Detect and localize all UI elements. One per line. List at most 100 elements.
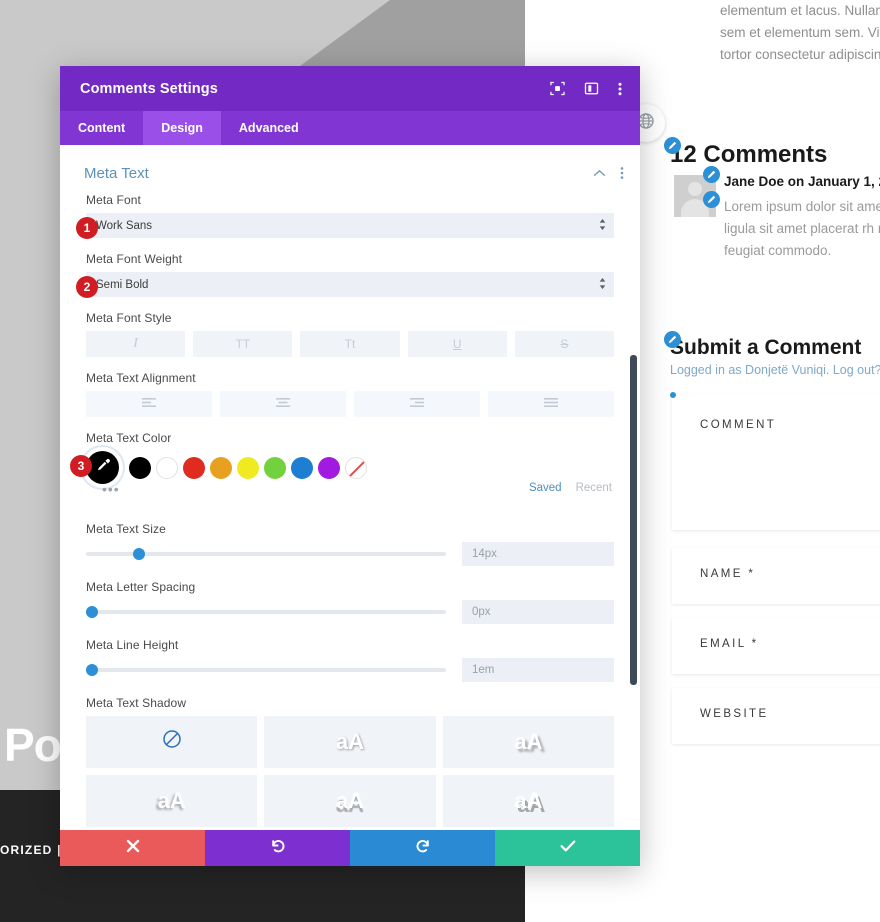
modal-scrollbar[interactable] bbox=[630, 355, 637, 685]
post-paragraph: elementum et lacus. Nullam v euismod, se… bbox=[720, 3, 880, 62]
meta-letter-spacing-value[interactable]: 0px bbox=[462, 600, 614, 624]
text-shadow-preset-3-button[interactable]: aA bbox=[86, 775, 258, 827]
tab-advanced[interactable]: Advanced bbox=[221, 111, 317, 145]
color-swatch-black[interactable] bbox=[129, 456, 151, 479]
undo-button[interactable] bbox=[205, 830, 350, 866]
field-meta-text-alignment: Meta Text Alignment bbox=[60, 371, 640, 417]
logged-in-notice[interactable]: Logged in as Donjetë Vuniqi. Log out? bbox=[670, 363, 880, 377]
meta-font-weight-select[interactable]: Semi Bold bbox=[86, 272, 614, 297]
section-header-meta-text[interactable]: Meta Text bbox=[60, 153, 640, 193]
pencil-icon bbox=[668, 335, 677, 344]
website-input[interactable]: WEBSITE bbox=[672, 688, 880, 744]
meta-letter-spacing-slider[interactable] bbox=[86, 604, 446, 620]
text-shadow-preset-1-button[interactable]: aA bbox=[264, 716, 436, 768]
comment-textarea[interactable]: COMMENT bbox=[672, 394, 880, 530]
font-style-underline-button[interactable]: U bbox=[407, 331, 507, 357]
align-right-icon bbox=[410, 395, 424, 413]
chevron-updown-icon bbox=[599, 219, 606, 232]
meta-line-height-slider[interactable] bbox=[86, 662, 446, 678]
text-shadow-none-button[interactable] bbox=[86, 716, 258, 768]
more-vertical-icon[interactable] bbox=[620, 166, 624, 180]
meta-line-height-label: Meta Line Height bbox=[86, 638, 179, 652]
color-swatch-none[interactable] bbox=[345, 456, 367, 479]
layout-icon[interactable] bbox=[584, 81, 599, 96]
color-swatch-blue[interactable] bbox=[291, 456, 313, 479]
color-swatch-green[interactable] bbox=[264, 456, 286, 479]
slider-knob[interactable] bbox=[86, 606, 98, 618]
color-swatch-orange[interactable] bbox=[210, 456, 232, 479]
field-meta-text-size: Meta Text Size 14px bbox=[60, 522, 640, 566]
text-shadow-preset-2-button[interactable]: aA bbox=[442, 716, 614, 768]
cancel-button[interactable] bbox=[60, 830, 205, 866]
field-meta-line-height: Meta Line Height 1em bbox=[60, 638, 640, 682]
name-input[interactable]: NAME * bbox=[672, 548, 880, 604]
field-meta-font-style: Meta Font Style I TT Tt U S bbox=[60, 311, 640, 357]
align-left-button[interactable] bbox=[86, 391, 212, 417]
email-field-label: EMAIL * bbox=[700, 638, 759, 650]
color-swatch-purple[interactable] bbox=[318, 456, 340, 479]
font-style-strikethrough-button[interactable]: S bbox=[514, 331, 615, 357]
modal-title: Comments Settings bbox=[80, 80, 218, 97]
undo-icon bbox=[270, 838, 286, 859]
step-badge-3: 3 bbox=[70, 455, 92, 477]
check-icon bbox=[560, 839, 576, 858]
field-meta-font: Meta Font Work Sans 1 bbox=[60, 193, 640, 239]
save-button[interactable] bbox=[495, 830, 640, 866]
color-swatch-white[interactable] bbox=[156, 456, 178, 479]
meta-text-shadow-options: aA aA aA aA aA bbox=[86, 716, 614, 827]
email-input[interactable]: EMAIL * bbox=[672, 618, 880, 674]
text-shadow-preset-5-button[interactable]: aA bbox=[442, 775, 614, 827]
no-shadow-icon bbox=[162, 729, 182, 755]
field-meta-text-color: Meta Text Color ••• Saved Recent 3 bbox=[60, 431, 640, 497]
focus-icon[interactable] bbox=[550, 81, 565, 96]
meta-text-size-value[interactable]: 14px bbox=[462, 542, 614, 566]
modal-tabs: Content Design Advanced bbox=[60, 111, 640, 145]
edit-badge-submit-heading[interactable] bbox=[664, 331, 681, 348]
align-center-button[interactable] bbox=[220, 391, 346, 417]
color-swatch-red[interactable] bbox=[183, 456, 205, 479]
edit-badge-comment-author[interactable] bbox=[703, 166, 720, 183]
pencil-icon bbox=[707, 195, 716, 204]
font-style-italic-button[interactable]: I bbox=[86, 331, 186, 357]
eyedropper-icon bbox=[95, 458, 110, 478]
comment-field-label: COMMENT bbox=[700, 419, 777, 431]
comments-settings-modal: Comments Settings Content Design Advance… bbox=[60, 66, 640, 866]
slider-knob[interactable] bbox=[132, 548, 145, 560]
edit-badge-comment-body[interactable] bbox=[703, 191, 720, 208]
more-vertical-icon[interactable] bbox=[618, 81, 622, 97]
comments-heading: 12 Comments bbox=[670, 141, 828, 168]
align-justify-button[interactable] bbox=[488, 391, 614, 417]
font-style-uppercase-button[interactable]: TT bbox=[193, 331, 293, 357]
close-icon bbox=[126, 839, 140, 858]
slider-knob[interactable] bbox=[86, 664, 98, 676]
color-swatch-row: ••• Saved Recent bbox=[86, 451, 614, 497]
redo-button[interactable] bbox=[350, 830, 495, 866]
meta-font-value: Work Sans bbox=[96, 219, 153, 232]
redo-icon bbox=[415, 838, 431, 859]
meta-font-label: Meta Font bbox=[86, 193, 141, 207]
section-title: Meta Text bbox=[84, 164, 149, 182]
tab-design[interactable]: Design bbox=[143, 111, 221, 145]
meta-font-style-label: Meta Font Style bbox=[86, 311, 172, 325]
more-colors-button[interactable]: ••• bbox=[102, 481, 120, 497]
tab-content[interactable]: Content bbox=[60, 111, 143, 145]
modal-header: Comments Settings bbox=[60, 66, 640, 111]
pencil-icon bbox=[668, 141, 677, 150]
field-meta-letter-spacing: Meta Letter Spacing 0px bbox=[60, 580, 640, 624]
font-style-capitalize-button[interactable]: Tt bbox=[300, 331, 400, 357]
meta-line-height-value[interactable]: 1em bbox=[462, 658, 614, 682]
globe-icon bbox=[638, 112, 654, 134]
color-swatch-yellow[interactable] bbox=[237, 456, 259, 479]
recent-colors-tab[interactable]: Recent bbox=[576, 482, 612, 494]
meta-font-select[interactable]: Work Sans bbox=[86, 213, 614, 238]
meta-text-color-label: Meta Text Color bbox=[86, 431, 172, 445]
edit-badge-comments-heading[interactable] bbox=[664, 137, 681, 154]
post-meta-fragment: ORIZED | bbox=[0, 843, 62, 857]
text-shadow-preset-4-button[interactable]: aA bbox=[264, 775, 436, 827]
meta-font-style-options: I TT Tt U S bbox=[86, 331, 615, 357]
meta-text-size-slider[interactable] bbox=[86, 546, 446, 562]
align-right-button[interactable] bbox=[354, 391, 480, 417]
saved-colors-tab[interactable]: Saved bbox=[529, 482, 562, 494]
settings-scroll-area: Meta Text Meta Font Work Sans 1 Meta Fon… bbox=[60, 145, 640, 830]
chevron-up-icon[interactable] bbox=[593, 169, 606, 178]
